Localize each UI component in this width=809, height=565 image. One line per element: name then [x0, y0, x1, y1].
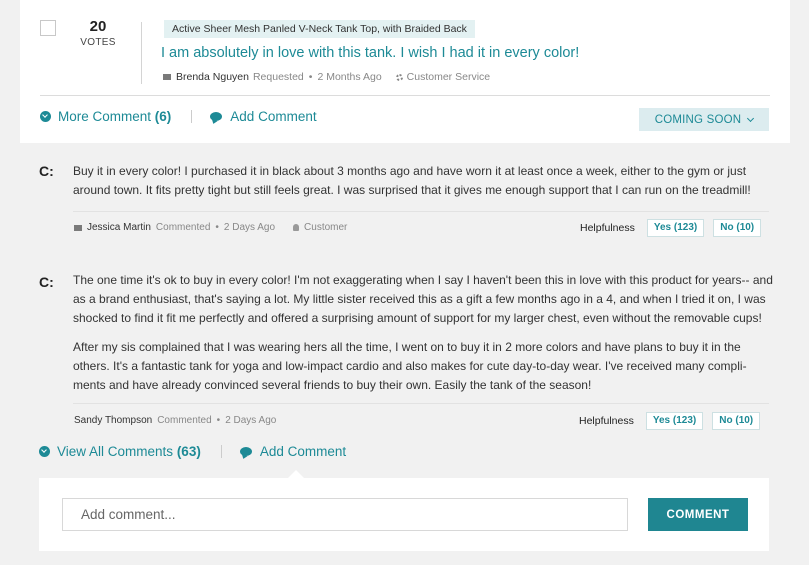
comment-action: Commented — [157, 415, 212, 426]
comment-divider — [73, 403, 769, 404]
comment-author[interactable]: Sandy Thompson — [74, 415, 152, 426]
helpful-no-label: No (10) — [720, 222, 755, 233]
comment-text: The one time it's ok to buy in every col… — [73, 273, 773, 325]
add-comment-link[interactable]: Add Comment — [260, 444, 346, 459]
comment-action: Commented — [155, 222, 211, 233]
more-comment-label: More Comment — [58, 109, 152, 124]
view-all-count: (63) — [176, 444, 201, 459]
helpful-yes-label: Yes (123) — [652, 415, 697, 426]
helpful-yes-button[interactable]: Yes (123) — [645, 412, 704, 430]
question-author[interactable]: Brenda Nguyen — [176, 71, 249, 83]
comment-bubble-icon — [239, 447, 252, 456]
comment-input[interactable] — [62, 498, 628, 531]
footer-links: View All Comments (63) Add Comment — [39, 444, 346, 459]
separator-dot: • — [308, 71, 313, 83]
comment-time: 2 Days Ago — [223, 222, 276, 233]
coming-soon-dropdown[interactable]: COMING SOON — [639, 108, 769, 131]
chevron-down-circle-icon — [39, 446, 50, 457]
person-icon — [293, 224, 300, 231]
comment-submit-button[interactable]: COMMENT — [648, 498, 748, 531]
chevron-down-circle-icon — [40, 111, 51, 122]
link-separator — [220, 445, 222, 458]
add-comment-link[interactable]: Add Comment — [230, 109, 316, 124]
question-meta: Brenda Nguyen Requested • 2 Months Ago C… — [163, 71, 490, 83]
votes-count: 20 — [89, 18, 107, 35]
vertical-divider — [141, 22, 142, 84]
comment-meta: Sandy Thompson Commented • 2 Days Ago — [74, 415, 276, 426]
helpfulness-label: Helpfulness — [579, 415, 634, 427]
votes-label: VOTES — [80, 37, 116, 48]
more-comment-link[interactable]: More Comment (6) — [58, 109, 171, 124]
helpful-yes-button[interactable]: Yes (123) — [646, 219, 705, 237]
comment-divider — [73, 211, 769, 212]
comment-role: Customer — [304, 222, 348, 233]
comment-label: C: — [39, 274, 54, 290]
more-comment-count: (6) — [154, 109, 172, 124]
view-all-label: View All Comments — [57, 444, 174, 459]
separator-dot: • — [215, 222, 219, 233]
comment-author[interactable]: Jessica Martin — [87, 222, 151, 233]
helpfulness: Helpfulness Yes (123) No (10) — [580, 219, 770, 237]
helpful-no-button[interactable]: No (10) — [713, 219, 762, 237]
mail-icon — [74, 224, 82, 231]
link-separator — [191, 110, 193, 123]
question-actions: More Comment (6) Add Comment — [40, 109, 317, 124]
view-all-comments-link[interactable]: View All Comments (63) — [57, 444, 201, 459]
helpfulness-label: Helpfulness — [580, 222, 635, 234]
question-role: Customer Service — [406, 71, 491, 83]
comment-bubble-icon — [210, 112, 223, 121]
comment-meta: Jessica Martin Commented • 2 Days Ago Cu… — [74, 222, 347, 233]
helpful-no-button[interactable]: No (10) — [712, 412, 761, 430]
comment-text: Buy it in every color! I purchased it in… — [73, 164, 751, 197]
question-time: 2 Months Ago — [317, 71, 382, 83]
comment-label: C: — [39, 163, 54, 179]
mail-icon — [163, 74, 171, 80]
question-action: Requested — [252, 71, 304, 83]
question-title[interactable]: I am absolutely in love with this tank. … — [161, 45, 579, 61]
helpful-yes-label: Yes (123) — [653, 222, 698, 233]
product-tag[interactable]: Active Sheer Mesh Panled V-Neck Tank Top… — [164, 20, 475, 38]
comment-time: 2 Days Ago — [225, 415, 277, 426]
horizontal-divider — [40, 95, 770, 96]
comment-form: COMMENT — [39, 470, 769, 551]
helpfulness: Helpfulness Yes (123) No (10) — [579, 412, 769, 430]
helpful-no-label: No (10) — [719, 415, 754, 426]
gear-icon — [395, 73, 403, 81]
chevron-down-icon — [747, 114, 755, 122]
vote-checkbox[interactable] — [40, 20, 56, 36]
question-card: 20 VOTES Active Sheer Mesh Panled V-Neck… — [20, 0, 790, 143]
separator-dot: • — [216, 415, 221, 426]
comment-text: After my sis complained that I was weari… — [73, 340, 747, 392]
coming-soon-label: COMING SOON — [654, 113, 742, 126]
